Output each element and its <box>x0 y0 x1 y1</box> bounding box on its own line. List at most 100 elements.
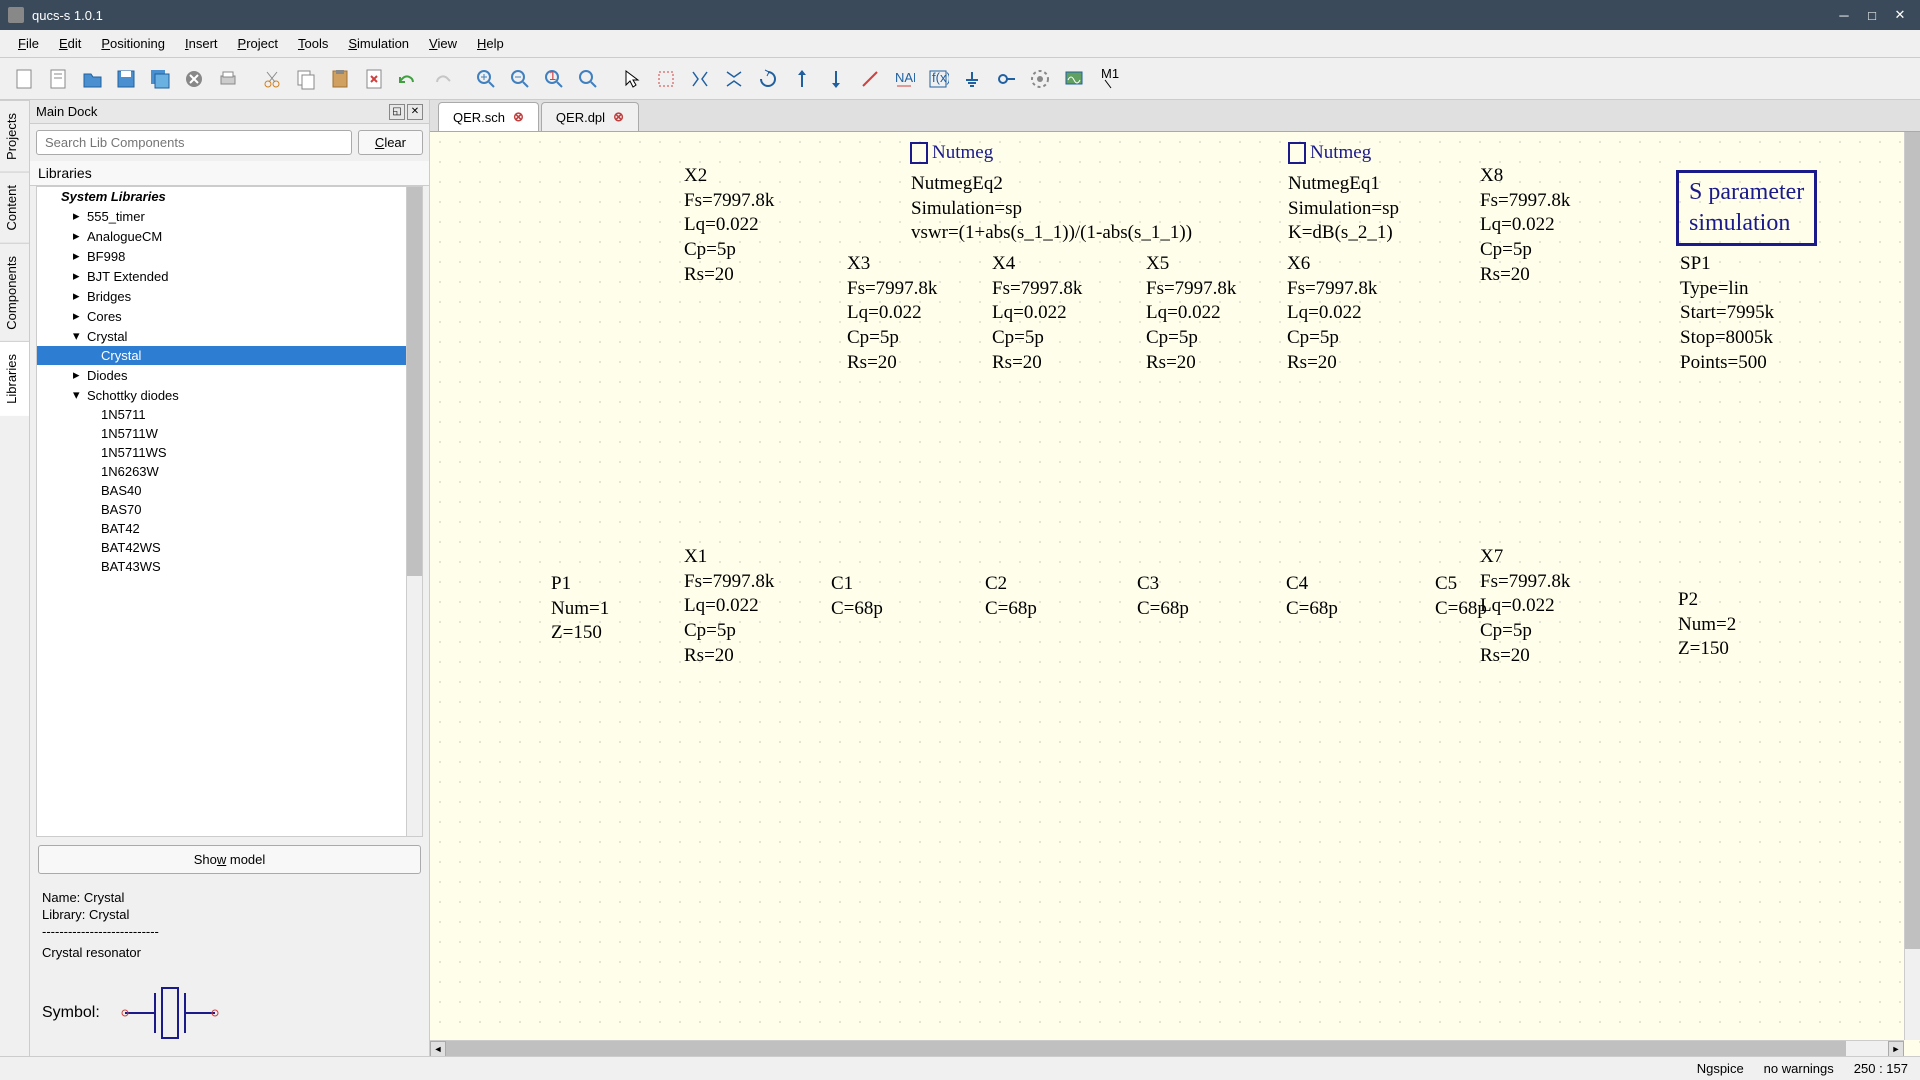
tree-item-crystal[interactable]: Crystal <box>37 346 422 365</box>
c3-label: C3 C=68p <box>1137 572 1189 621</box>
tree-item-schottky-diodes[interactable]: ▾Schottky diodes <box>37 385 422 405</box>
x8-label: X8 Fs=7997.8k Lq=0.022 Cp=5p Rs=20 <box>1480 164 1570 287</box>
save-all-icon[interactable] <box>144 63 176 95</box>
window-title: qucs-s 1.0.1 <box>32 8 103 23</box>
dock-float-icon[interactable]: ◱ <box>389 104 405 120</box>
c5-label: C5 C=68p <box>1435 572 1487 621</box>
activate-icon[interactable] <box>820 63 852 95</box>
tree-item-1n5711ws[interactable]: 1N5711WS <box>37 443 422 462</box>
tab-close-icon[interactable]: ⊗ <box>513 109 524 125</box>
mirror-v-icon[interactable] <box>718 63 750 95</box>
menu-simulation[interactable]: Simulation <box>338 32 419 55</box>
wire-label-icon[interactable]: NAME <box>888 63 920 95</box>
mirror-h-icon[interactable] <box>684 63 716 95</box>
p1-label: P1 Num=1 Z=150 <box>551 572 609 646</box>
dock-tab-components[interactable]: Components <box>0 243 29 342</box>
file-tab-QER-sch[interactable]: QER.sch⊗ <box>438 102 539 131</box>
dock-close-icon[interactable]: ✕ <box>407 104 423 120</box>
menu-tools[interactable]: Tools <box>288 32 338 55</box>
tree-item-bas40[interactable]: BAS40 <box>37 481 422 500</box>
redo-icon[interactable] <box>426 63 458 95</box>
tree-item-bat43ws[interactable]: BAT43WS <box>37 557 422 576</box>
canvas-scrollbar-v[interactable] <box>1904 132 1920 1040</box>
component-info: Name: Crystal Library: Crystal ---------… <box>30 882 429 970</box>
tree-item-1n5711[interactable]: 1N5711 <box>37 405 422 424</box>
maximize-button[interactable]: □ <box>1860 5 1884 25</box>
show-model-button[interactable]: Show model <box>38 845 421 874</box>
wire-icon[interactable] <box>854 63 886 95</box>
menu-view[interactable]: View <box>419 32 467 55</box>
tree-item-bas70[interactable]: BAS70 <box>37 500 422 519</box>
equation-icon[interactable]: f(x) <box>922 63 954 95</box>
cut-icon[interactable] <box>256 63 288 95</box>
select-icon[interactable] <box>616 63 648 95</box>
menu-file[interactable]: File <box>8 32 49 55</box>
sp-simulation-box[interactable]: S parameter simulation <box>1676 170 1817 246</box>
tree-item-1n6263w[interactable]: 1N6263W <box>37 462 422 481</box>
simulate-icon[interactable] <box>1024 63 1056 95</box>
new-text-icon[interactable] <box>42 63 74 95</box>
menu-edit[interactable]: Edit <box>49 32 91 55</box>
tree-item-bf998[interactable]: ▸BF998 <box>37 246 422 266</box>
paste-icon[interactable] <box>324 63 356 95</box>
tree-item-555_timer[interactable]: ▸555_timer <box>37 206 422 226</box>
tree-item-1n5711w[interactable]: 1N5711W <box>37 424 422 443</box>
library-tree[interactable]: System Libraries▸555_timer▸AnalogueCM▸BF… <box>36 186 423 837</box>
print-icon[interactable] <box>212 63 244 95</box>
nutmeg-box-1[interactable] <box>1288 142 1306 164</box>
tree-item-bat42ws[interactable]: BAT42WS <box>37 538 422 557</box>
nutmeg-box-2[interactable] <box>910 142 928 164</box>
select-marker-icon[interactable] <box>650 63 682 95</box>
port-icon[interactable] <box>990 63 1022 95</box>
dock-tab-projects[interactable]: Projects <box>0 100 29 172</box>
copy-icon[interactable] <box>290 63 322 95</box>
open-icon[interactable] <box>76 63 108 95</box>
menu-positioning[interactable]: Positioning <box>91 32 175 55</box>
tree-scrollbar[interactable] <box>406 187 422 836</box>
zoom-100-icon[interactable] <box>572 63 604 95</box>
x3-label: X3 Fs=7997.8k Lq=0.022 Cp=5p Rs=20 <box>847 252 937 375</box>
zoom-out-icon[interactable] <box>504 63 536 95</box>
x4-label: X4 Fs=7997.8k Lq=0.022 Cp=5p Rs=20 <box>992 252 1082 375</box>
canvas-scrollbar-h[interactable]: ◄ ► <box>430 1040 1904 1056</box>
zoom-fit-icon[interactable]: 1 <box>538 63 570 95</box>
scroll-left-icon[interactable]: ◄ <box>430 1041 446 1056</box>
file-tabs: QER.sch⊗QER.dpl⊗ <box>430 100 1920 132</box>
zoom-in-icon[interactable] <box>470 63 502 95</box>
tree-item-bat42[interactable]: BAT42 <box>37 519 422 538</box>
minimize-button[interactable]: ─ <box>1832 5 1856 25</box>
delete-icon[interactable] <box>358 63 390 95</box>
tree-item-bjt-extended[interactable]: ▸BJT Extended <box>37 266 422 286</box>
nutmeg-title-1: Nutmeg <box>1310 142 1371 164</box>
app-icon <box>8 7 24 23</box>
tree-item-crystal[interactable]: ▾Crystal <box>37 326 422 346</box>
display-icon[interactable] <box>1058 63 1090 95</box>
tree-item-bridges[interactable]: ▸Bridges <box>37 286 422 306</box>
close-file-icon[interactable] <box>178 63 210 95</box>
save-icon[interactable] <box>110 63 142 95</box>
undo-icon[interactable] <box>392 63 424 95</box>
file-tab-QER-dpl[interactable]: QER.dpl⊗ <box>541 102 639 131</box>
dock-tab-libraries[interactable]: Libraries <box>0 341 29 416</box>
dock-tab-content[interactable]: Content <box>0 172 29 243</box>
menu-project[interactable]: Project <box>228 32 288 55</box>
marker-icon[interactable]: M1 <box>1092 63 1124 95</box>
menu-help[interactable]: Help <box>467 32 514 55</box>
tab-close-icon[interactable]: ⊗ <box>613 109 624 125</box>
nutmeg-eq2-text: NutmegEq2 Simulation=sp vswr=(1+abs(s_1_… <box>911 172 1192 246</box>
search-input[interactable] <box>36 130 352 155</box>
deactivate-icon[interactable] <box>786 63 818 95</box>
clear-button[interactable]: CClearlear <box>358 130 423 155</box>
tree-item-diodes[interactable]: ▸Diodes <box>37 365 422 385</box>
tree-item-analoguecm[interactable]: ▸AnalogueCM <box>37 226 422 246</box>
rotate-icon[interactable] <box>752 63 784 95</box>
close-button[interactable]: ✕ <box>1888 5 1912 25</box>
schematic-canvas[interactable]: ++0-5-10-15-20-25-30-35-407.995M7.996M7.… <box>430 132 1920 1056</box>
toolbar: 1 NAME f(x) M1 <box>0 58 1920 100</box>
ground-icon[interactable] <box>956 63 988 95</box>
new-file-icon[interactable] <box>8 63 40 95</box>
x1-label: X1 Fs=7997.8k Lq=0.022 Cp=5p Rs=20 <box>684 545 774 668</box>
scroll-right-icon[interactable]: ► <box>1888 1041 1904 1056</box>
menu-insert[interactable]: Insert <box>175 32 228 55</box>
tree-item-cores[interactable]: ▸Cores <box>37 306 422 326</box>
